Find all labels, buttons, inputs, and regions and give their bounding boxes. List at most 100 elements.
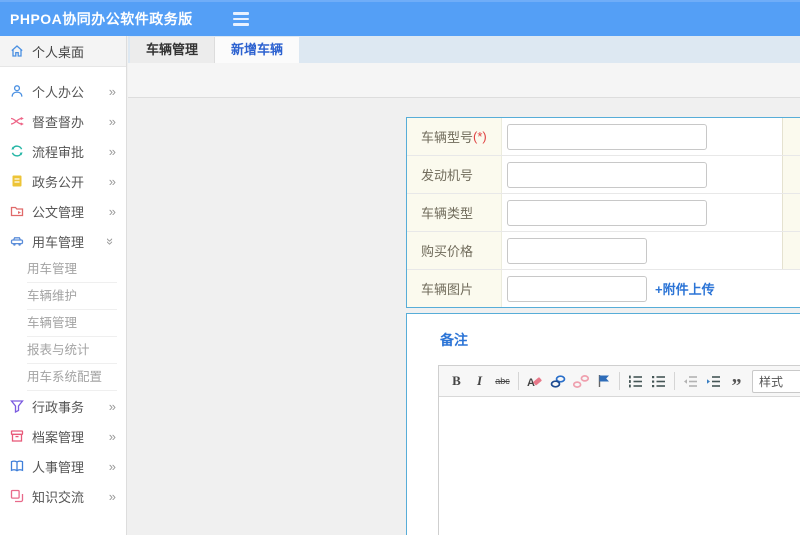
- submenu-item-vehicle-system-config[interactable]: 用车系统配置: [27, 364, 117, 391]
- engine-number-input[interactable]: [507, 161, 707, 188]
- sidebar-item-personal-desktop[interactable]: 个人桌面: [0, 36, 126, 67]
- form-label: 车辆图片: [407, 270, 502, 307]
- vehicle-submenu: 用车管理 车辆维护 车辆管理 报表与统计 用车系统配置: [27, 256, 117, 391]
- toolbar-separator: [674, 372, 675, 390]
- required-marker: (*): [473, 129, 487, 144]
- toolbar-separator: [619, 372, 620, 390]
- vehicle-image-input[interactable]: [507, 275, 647, 302]
- label-text: 购买价格: [421, 244, 474, 259]
- home-icon: [10, 44, 24, 58]
- chevron-right-icon: »: [108, 428, 116, 444]
- purchase-price-input[interactable]: [507, 237, 647, 264]
- form-label-secondary: [782, 118, 800, 155]
- form-label-secondary: [782, 194, 800, 231]
- chevron-right-icon: »: [108, 488, 116, 504]
- tab-bar: 车辆管理 新增车辆: [128, 36, 800, 63]
- sidebar-item-gov-disclosure[interactable]: 政务公开 »: [0, 166, 126, 196]
- shuffle-icon: [10, 114, 24, 128]
- sidebar-item-label: 人事管理: [32, 459, 85, 475]
- sidebar-menu: 个人办公 » 督查督办 » 流程审批 » 政务公开 » 公文管理 » 用车管理 …: [0, 76, 126, 511]
- hamburger-menu-icon[interactable]: [229, 8, 253, 30]
- layers-icon: [10, 489, 24, 503]
- form-input-cell: [502, 194, 782, 231]
- sidebar-item-official-docs[interactable]: 公文管理 »: [0, 196, 126, 226]
- chevron-right-icon: »: [108, 398, 116, 414]
- vehicle-form: 车辆型号 (*) 发动机号 车辆类型 购买价格 车辆图片 +附件上传: [406, 117, 800, 308]
- form-label: 车辆型号 (*): [407, 118, 502, 155]
- bulleted-list-button[interactable]: [647, 370, 670, 392]
- document-icon: [10, 174, 24, 188]
- sidebar-item-label: 公文管理: [32, 204, 85, 220]
- remove-format-button[interactable]: A: [523, 370, 546, 392]
- sidebar-item-supervision[interactable]: 督查督办 »: [0, 106, 126, 136]
- archive-icon: [10, 429, 24, 443]
- increase-indent-button[interactable]: [702, 370, 725, 392]
- submenu-item-vehicle-use[interactable]: 用车管理: [27, 256, 117, 283]
- submenu-item-reports-statistics[interactable]: 报表与统计: [27, 337, 117, 364]
- main-content: 车辆型号 (*) 发动机号 车辆类型 购买价格 车辆图片 +附件上传 备注 B …: [128, 98, 800, 535]
- label-text: 车辆型号: [421, 130, 474, 145]
- bold-button[interactable]: B: [445, 370, 468, 392]
- sidebar-item-label: 知识交流: [32, 489, 85, 505]
- sidebar-item-label: 用车管理: [32, 234, 85, 250]
- unlink-button[interactable]: [569, 370, 592, 392]
- tab-vehicle-management[interactable]: 车辆管理: [130, 37, 216, 63]
- attachment-upload-link[interactable]: +附件上传: [655, 279, 715, 298]
- label-text: 车辆类型: [421, 206, 474, 221]
- label-text: 车辆图片: [421, 282, 474, 297]
- italic-button[interactable]: I: [468, 370, 491, 392]
- form-row-vehicle-model: 车辆型号 (*): [407, 118, 800, 156]
- chevron-right-icon: »: [108, 83, 116, 99]
- styles-dropdown-label: 样式: [759, 374, 784, 389]
- chevron-down-icon: »: [102, 237, 118, 245]
- styles-dropdown[interactable]: 样式 ▼: [752, 369, 800, 393]
- form-label: 购买价格: [407, 232, 502, 269]
- toolbar-separator: [518, 372, 519, 390]
- sidebar-item-vehicle-management[interactable]: 用车管理 »: [0, 226, 126, 256]
- form-label: 车辆类型: [407, 194, 502, 231]
- sidebar-item-process-approval[interactable]: 流程审批 »: [0, 136, 126, 166]
- sidebar-item-label: 个人办公: [32, 84, 85, 100]
- sidebar-item-archive-management[interactable]: 档案管理 »: [0, 421, 126, 451]
- rich-text-editor: B I abc A ” 样式: [438, 365, 800, 535]
- strikethrough-button[interactable]: abc: [491, 370, 514, 392]
- sidebar-item-personal-office[interactable]: 个人办公 »: [0, 76, 126, 106]
- tab-add-vehicle[interactable]: 新增车辆: [215, 37, 300, 63]
- car-icon: [10, 234, 24, 248]
- form-input-cell: +附件上传: [502, 270, 800, 307]
- app-title: PHPOA协同办公软件政务版: [10, 11, 193, 27]
- decrease-indent-button[interactable]: [679, 370, 702, 392]
- form-input-cell: [502, 156, 782, 193]
- submenu-item-vehicle-manage[interactable]: 车辆管理: [27, 310, 117, 337]
- toolbar-band: [128, 63, 800, 98]
- form-row-vehicle-image: 车辆图片 +附件上传: [407, 270, 800, 307]
- chevron-right-icon: »: [108, 143, 116, 159]
- chevron-right-icon: »: [108, 173, 116, 189]
- book-icon: [10, 459, 24, 473]
- sidebar-item-knowledge-exchange[interactable]: 知识交流 »: [0, 481, 126, 511]
- filter-icon: [10, 399, 24, 413]
- numbered-list-button[interactable]: [624, 370, 647, 392]
- label-text: 发动机号: [421, 168, 474, 183]
- submenu-item-vehicle-maintenance[interactable]: 车辆维护: [27, 283, 117, 310]
- form-input-cell: [502, 118, 782, 155]
- sidebar-item-hr-management[interactable]: 人事管理 »: [0, 451, 126, 481]
- blockquote-button[interactable]: ”: [725, 365, 748, 397]
- form-row-purchase-price: 购买价格: [407, 232, 800, 270]
- remarks-title: 备注: [440, 332, 468, 348]
- editor-toolbar: B I abc A ” 样式: [439, 366, 800, 397]
- chevron-right-icon: »: [108, 113, 116, 129]
- form-label: 发动机号: [407, 156, 502, 193]
- sidebar-item-label: 行政事务: [32, 399, 85, 415]
- form-row-vehicle-type: 车辆类型: [407, 194, 800, 232]
- link-button[interactable]: [546, 370, 569, 392]
- sidebar-item-label: 流程审批: [32, 144, 85, 160]
- sidebar-item-admin-affairs[interactable]: 行政事务 »: [0, 391, 126, 421]
- sidebar-item-label: 政务公开: [32, 174, 85, 190]
- anchor-flag-button[interactable]: [592, 370, 615, 392]
- vehicle-type-input[interactable]: [507, 199, 707, 226]
- vehicle-model-input[interactable]: [507, 123, 707, 150]
- editor-body[interactable]: [439, 397, 800, 535]
- user-icon: [10, 84, 24, 98]
- form-label-secondary: [782, 232, 800, 269]
